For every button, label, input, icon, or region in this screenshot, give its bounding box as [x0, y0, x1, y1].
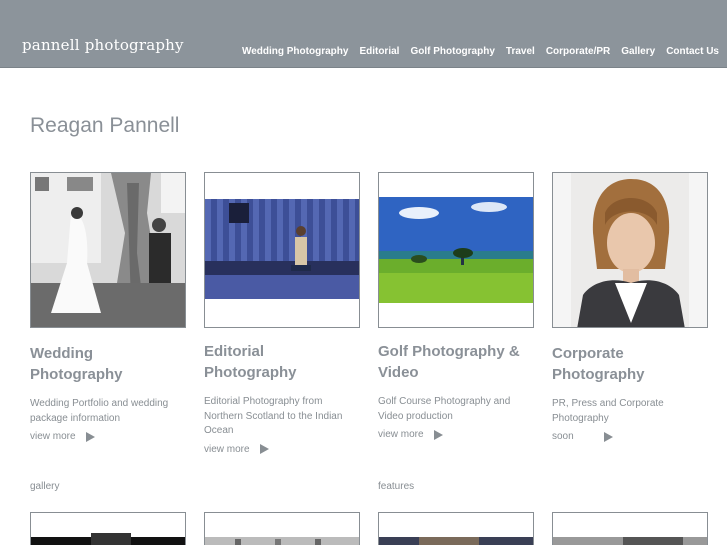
- play-triangle-icon[interactable]: [259, 444, 269, 454]
- card-caption[interactable]: Wedding Photography: [30, 343, 186, 385]
- view-more-link[interactable]: view more: [204, 444, 360, 455]
- play-triangle-icon[interactable]: [433, 429, 443, 440]
- card-golf: Golf Photography & Video Golf Course Phot…: [378, 172, 534, 440]
- view-more-link[interactable]: view more: [378, 429, 534, 440]
- main-nav: Wedding Photography Editorial Golf Photo…: [231, 46, 719, 57]
- card-caption[interactable]: Editorial Photography: [204, 341, 360, 383]
- card-corporate: Corporate Photography PR, Press and Corpo…: [552, 172, 708, 442]
- golf-photo: [379, 173, 533, 327]
- card-editorial: Editorial Photography Editorial Photograp…: [204, 172, 360, 455]
- site-logo[interactable]: pannell photography: [22, 36, 184, 54]
- row2-thumbnail-3[interactable]: [378, 512, 534, 545]
- card-caption[interactable]: Corporate Photography: [552, 343, 708, 385]
- row2-photo-4: [553, 513, 707, 545]
- features-label: features: [378, 481, 415, 492]
- card-caption[interactable]: Golf Photography & Video: [378, 341, 534, 383]
- row2-photo-3: [379, 513, 533, 545]
- page-title: Reagan Pannell: [30, 114, 180, 137]
- row2-thumbnail-2[interactable]: [204, 512, 360, 545]
- corporate-portrait: [553, 173, 707, 327]
- card-description: PR, Press and Corporate Photography: [552, 398, 664, 424]
- wedding-photo: [31, 173, 185, 327]
- row2-thumbnail-4[interactable]: [552, 512, 708, 545]
- nav-wedding-photography[interactable]: Wedding Photography: [242, 46, 348, 57]
- card-description: Editorial Photography from Northern Scotl…: [204, 396, 343, 436]
- play-triangle-icon[interactable]: [85, 431, 95, 442]
- card-description: Golf Course Photography and Video product…: [378, 396, 511, 422]
- card-wedding: Wedding Photography Wedding Portfolio and…: [30, 172, 186, 442]
- play-triangle-icon[interactable]: [603, 431, 613, 442]
- nav-golf-photography[interactable]: Golf Photography: [410, 46, 494, 57]
- row2-photo-2: [205, 513, 359, 545]
- coming-soon-link[interactable]: soon: [552, 431, 708, 442]
- nav-gallery[interactable]: Gallery: [621, 46, 655, 57]
- corporate-thumbnail[interactable]: [552, 172, 708, 328]
- golf-thumbnail[interactable]: [378, 172, 534, 328]
- view-more-link[interactable]: view more: [30, 431, 186, 442]
- card-description: Wedding Portfolio and wedding package inf…: [30, 398, 169, 424]
- site-header: pannell photography Wedding Photography …: [0, 0, 727, 68]
- nav-editorial[interactable]: Editorial: [359, 46, 399, 57]
- nav-corporate-pr[interactable]: Corporate/PR: [546, 46, 610, 57]
- editorial-photo: [205, 173, 359, 327]
- nav-contact-us[interactable]: Contact Us: [666, 46, 719, 57]
- gallery-label: gallery: [30, 481, 60, 492]
- row2-thumbnail-1[interactable]: [30, 512, 186, 545]
- nav-travel[interactable]: Travel: [506, 46, 535, 57]
- wedding-thumbnail[interactable]: [30, 172, 186, 328]
- editorial-thumbnail[interactable]: [204, 172, 360, 328]
- row2-photo-1: [31, 513, 185, 545]
